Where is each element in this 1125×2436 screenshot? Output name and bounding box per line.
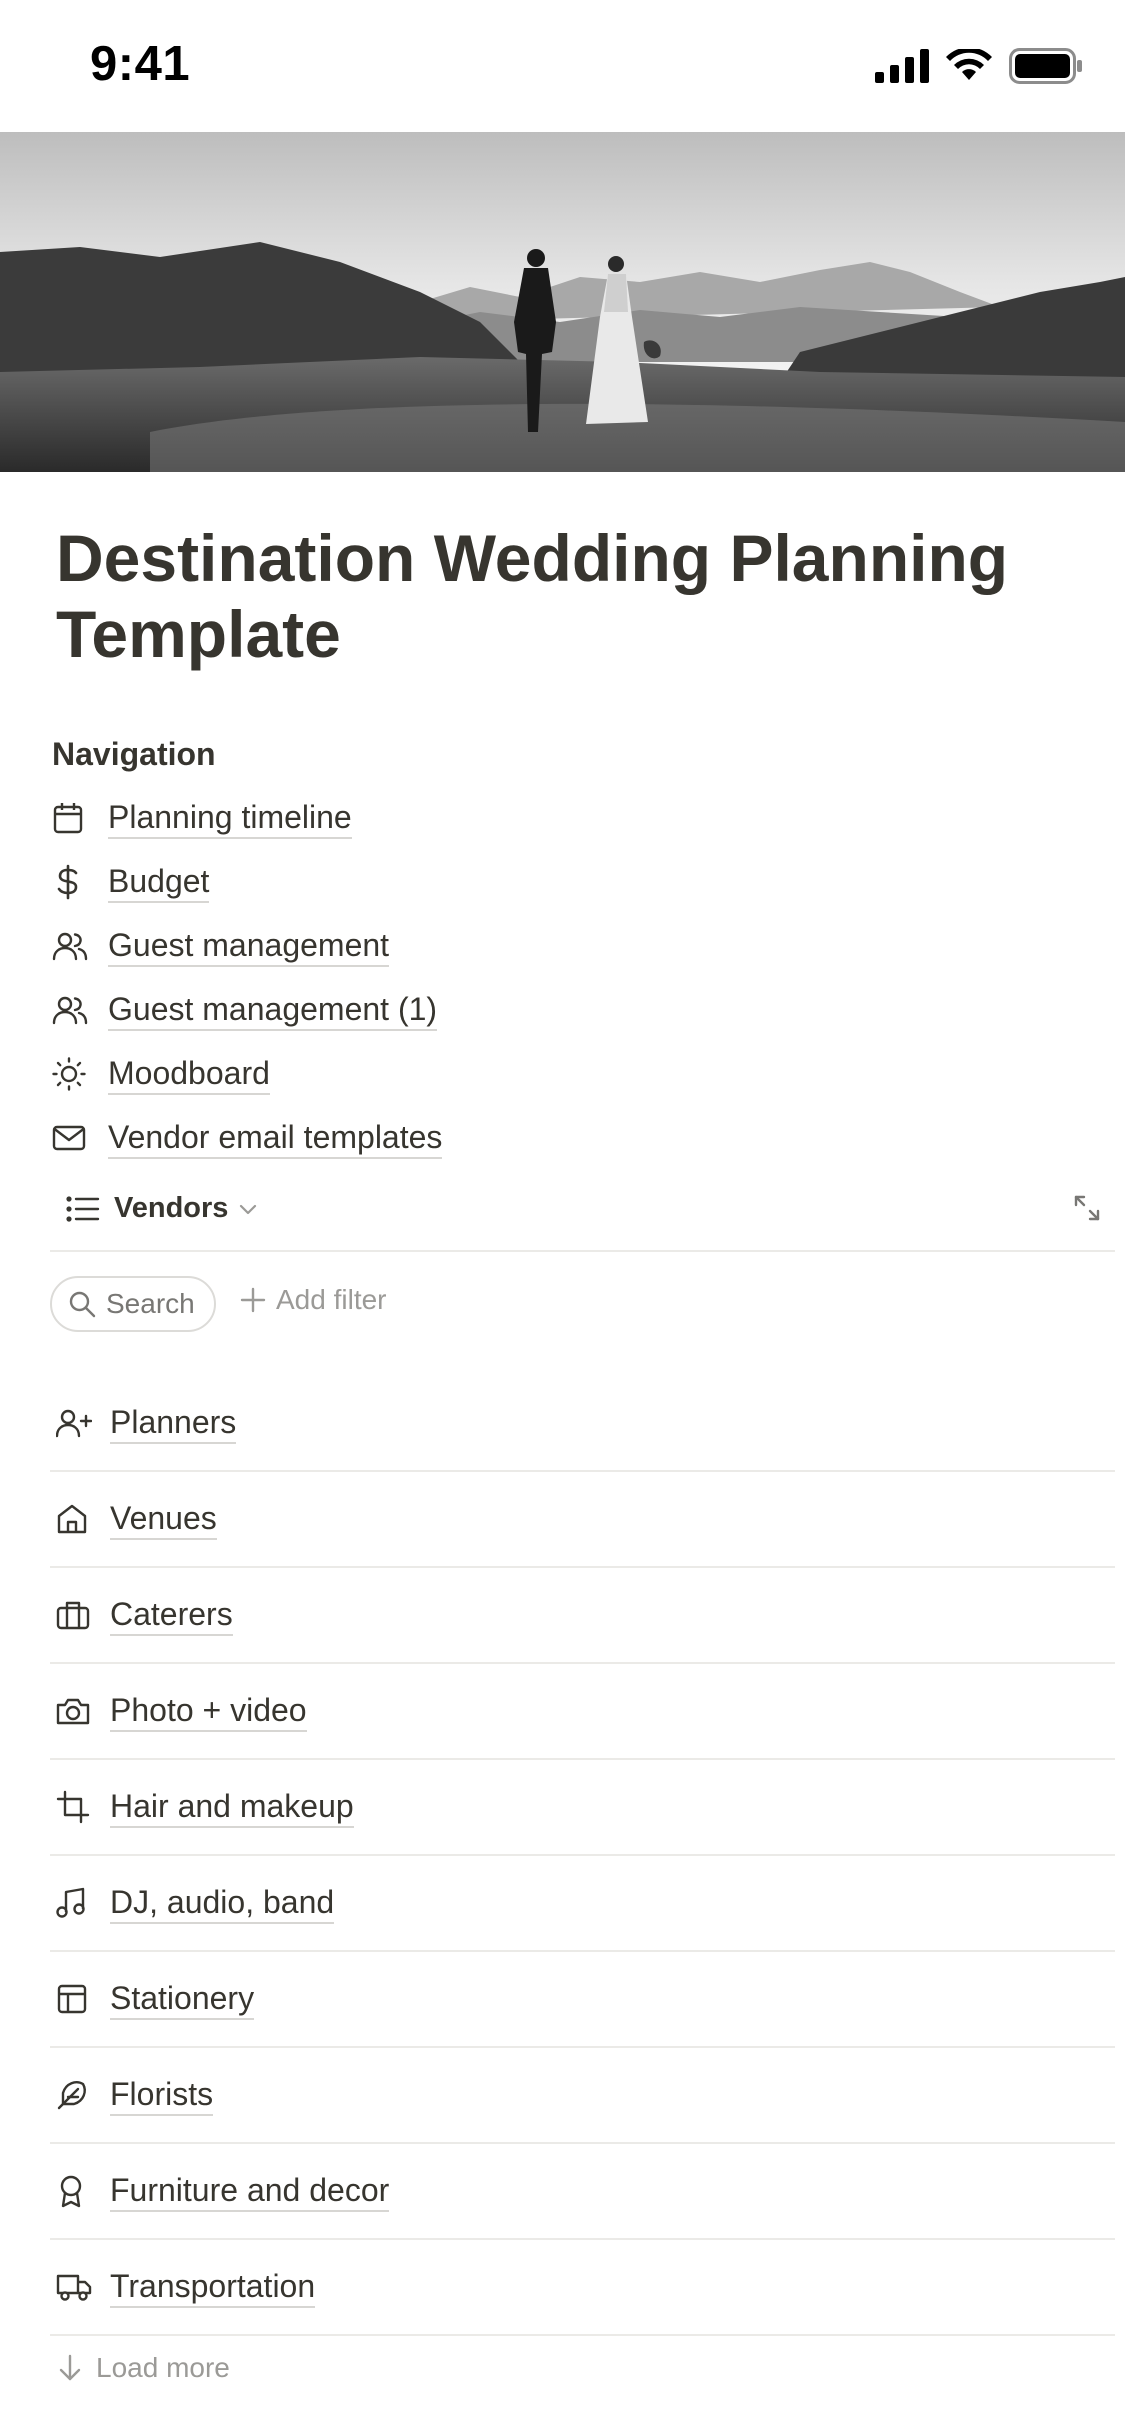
expand-icon[interactable] — [1073, 1194, 1101, 1222]
vendor-row-venues[interactable]: Venues — [50, 1472, 1115, 1568]
nav-link-moodboard[interactable]: Moodboard — [52, 1042, 952, 1106]
vendor-row-caterers[interactable]: Caterers — [50, 1568, 1115, 1664]
vendor-label: Venues — [110, 1498, 217, 1540]
nav-link-label: Vendor email templates — [108, 1117, 443, 1159]
status-icons — [875, 48, 1083, 84]
vendor-label: Florists — [110, 2074, 214, 2116]
plus-icon — [240, 1287, 266, 1313]
load-more-button[interactable]: Load more — [58, 2352, 230, 2384]
nav-link-label: Budget — [108, 861, 210, 903]
vendor-row-stationery[interactable]: Stationery — [50, 1952, 1115, 2048]
nav-link-label: Guest management (1) — [108, 989, 438, 1031]
sun-icon — [52, 1054, 96, 1094]
notion-page: 9:41 Destination Wedding Planning Templa… — [0, 0, 1125, 2436]
vendor-row-planners[interactable]: Planners — [50, 1376, 1115, 1472]
nav-link-vendor-email-templates[interactable]: Vendor email templates — [52, 1106, 952, 1170]
vendor-label: Stationery — [110, 1978, 255, 2020]
calendar-icon — [52, 798, 96, 838]
navigation-heading: Navigation — [52, 736, 216, 772]
navigation-list: Planning timeline Budget Guest managemen… — [52, 786, 952, 1170]
search-icon — [68, 1290, 96, 1318]
arrow-down-icon — [58, 2354, 82, 2382]
search-button[interactable]: Search — [50, 1276, 216, 1332]
load-more-label: Load more — [96, 2352, 230, 2383]
wifi-icon — [945, 49, 993, 83]
layout-icon — [50, 1983, 102, 2015]
cellular-signal-icon — [875, 49, 929, 83]
nav-link-guest-management-1[interactable]: Guest management (1) — [52, 978, 952, 1042]
vendor-row-transportation[interactable]: Transportation — [50, 2240, 1115, 2336]
truck-icon — [50, 2272, 102, 2302]
mail-icon — [52, 1118, 96, 1158]
vendor-label: Furniture and decor — [110, 2170, 390, 2212]
vendor-label: Photo + video — [110, 1690, 307, 1732]
status-time: 9:41 — [90, 37, 191, 91]
home-icon — [50, 1503, 102, 1535]
vendor-label: Planners — [110, 1402, 237, 1444]
view-switcher[interactable]: Vendors — [66, 1192, 258, 1225]
briefcase-icon — [50, 1600, 102, 1630]
music-icon — [50, 1887, 102, 1919]
nav-link-label: Moodboard — [108, 1053, 270, 1095]
dollar-icon — [52, 862, 96, 902]
battery-icon — [1009, 48, 1083, 84]
vendors-view-header: Vendors — [50, 1184, 1115, 1252]
vendor-label: Caterers — [110, 1594, 233, 1636]
vendor-row-photo-video[interactable]: Photo + video — [50, 1664, 1115, 1760]
cover-image — [0, 132, 1125, 472]
nav-link-label: Planning timeline — [108, 797, 352, 839]
award-icon — [50, 2174, 102, 2208]
nav-link-planning-timeline[interactable]: Planning timeline — [52, 786, 952, 850]
add-filter-label: Add filter — [276, 1284, 387, 1315]
vendor-row-dj-audio-band[interactable]: DJ, audio, band — [50, 1856, 1115, 1952]
vendor-label: Hair and makeup — [110, 1786, 354, 1828]
vendor-row-hair-makeup[interactable]: Hair and makeup — [50, 1760, 1115, 1856]
crop-icon — [50, 1790, 102, 1824]
vendor-list: Planners Venues Caterers Photo + video H… — [50, 1376, 1115, 2336]
search-label: Search — [106, 1288, 195, 1319]
vendor-row-furniture-decor[interactable]: Furniture and decor — [50, 2144, 1115, 2240]
nav-link-guest-management[interactable]: Guest management — [52, 914, 952, 978]
people-icon — [52, 926, 96, 966]
add-filter-button[interactable]: Add filter — [240, 1284, 387, 1316]
chevron-down-icon — [238, 1202, 258, 1216]
feather-icon — [50, 2079, 102, 2111]
vendor-label: DJ, audio, band — [110, 1882, 335, 1924]
page-title: Destination Wedding Planning Template — [56, 521, 1009, 671]
list-icon — [66, 1195, 100, 1222]
status-bar: 9:41 — [0, 0, 1125, 132]
nav-link-budget[interactable]: Budget — [52, 850, 952, 914]
user-plus-icon — [50, 1408, 102, 1438]
vendor-row-florists[interactable]: Florists — [50, 2048, 1115, 2144]
nav-link-label: Guest management — [108, 925, 390, 967]
vendor-label: Transportation — [110, 2266, 316, 2308]
people-icon — [52, 990, 96, 1030]
view-name: Vendors — [114, 1192, 229, 1224]
camera-icon — [50, 1696, 102, 1726]
